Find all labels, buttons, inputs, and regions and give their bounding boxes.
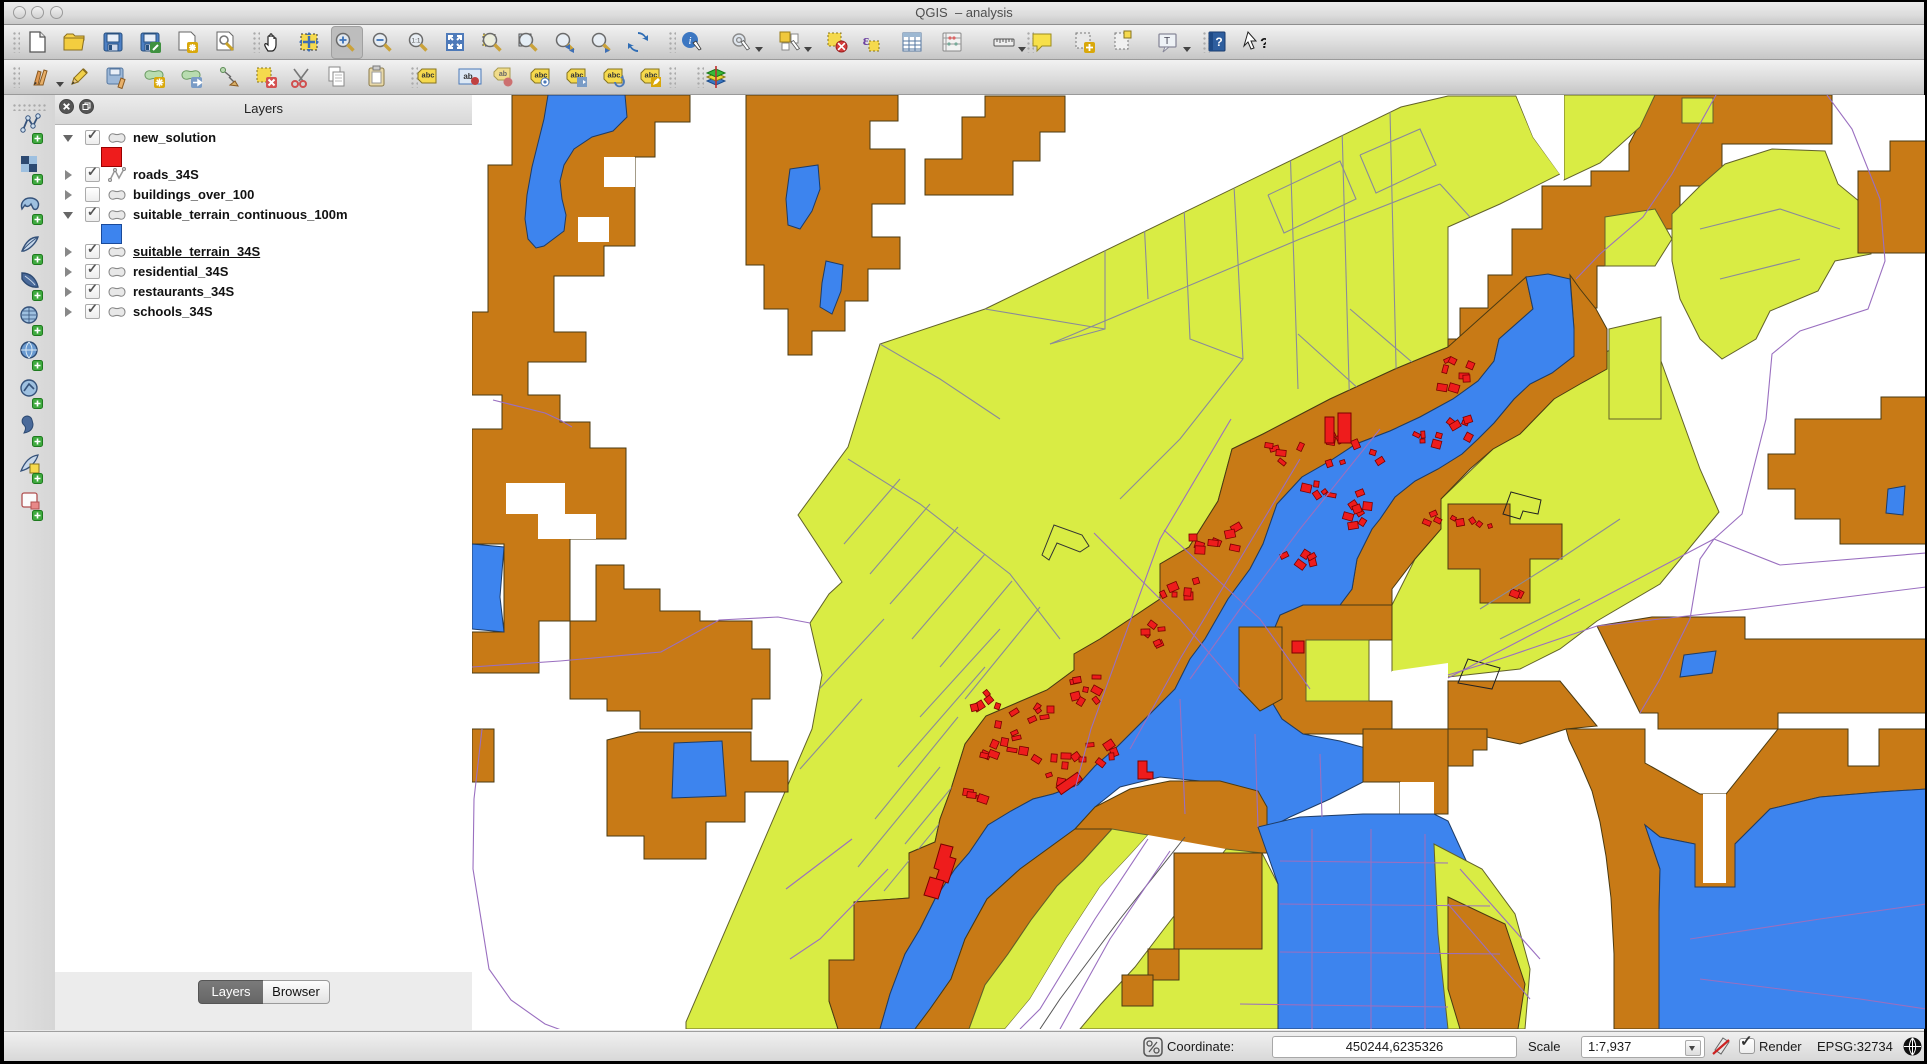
svg-text:?: ? [1260,35,1266,52]
svg-text:abc: abc [422,71,435,80]
svg-text:1:1: 1:1 [411,38,420,45]
svg-text:ε: ε [863,33,870,49]
svg-text:T: T [1164,36,1170,47]
svg-text:ab: ab [499,71,507,78]
svg-text:abc: abc [608,71,621,80]
svg-text:i: i [688,35,691,47]
svg-text:?: ? [1215,35,1222,49]
